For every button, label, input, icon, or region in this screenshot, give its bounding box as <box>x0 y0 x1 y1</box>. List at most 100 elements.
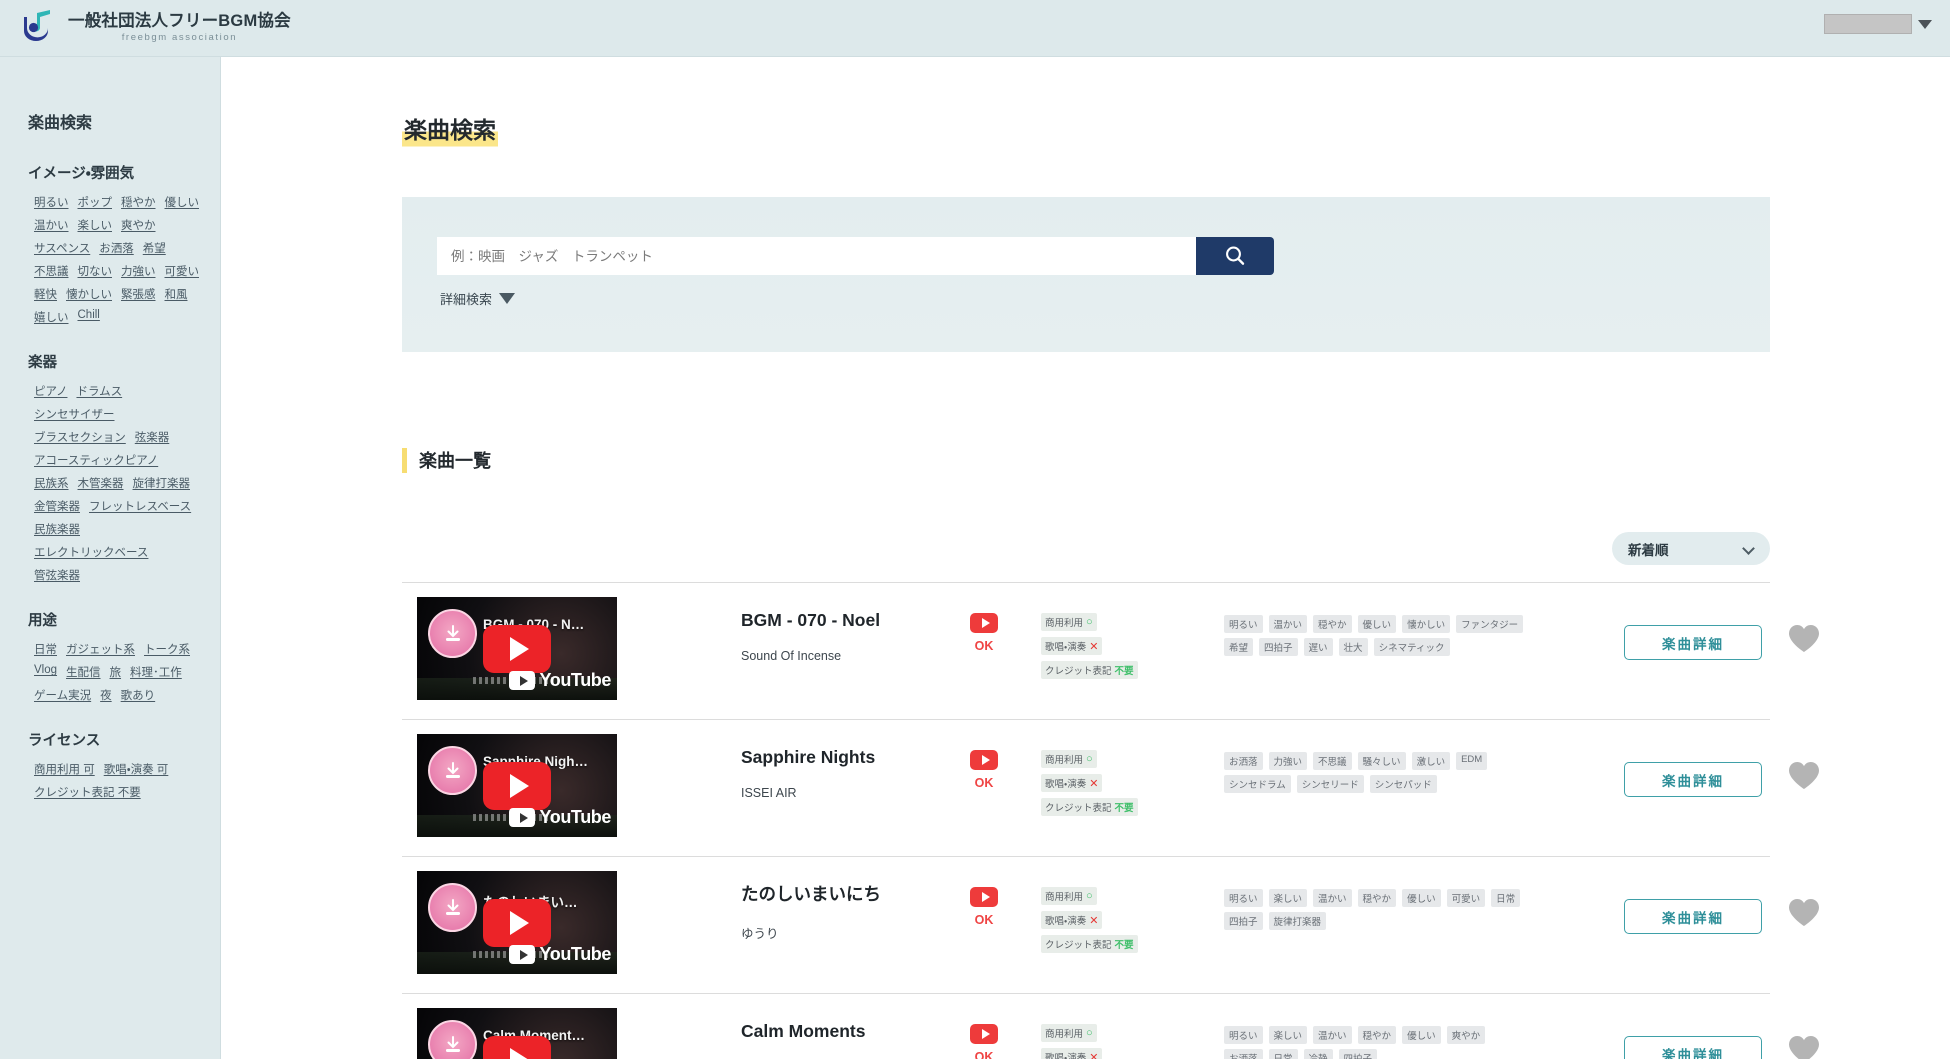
tag[interactable]: ファンタジー <box>1456 615 1523 633</box>
youtube-icon[interactable] <box>970 613 998 633</box>
sidebar-link[interactable]: ブラスセクション <box>34 429 126 445</box>
tag[interactable]: シンセドラム <box>1224 775 1291 793</box>
tag[interactable]: 可愛い <box>1447 889 1486 907</box>
search-input[interactable] <box>437 237 1196 275</box>
play-icon[interactable] <box>483 899 551 947</box>
tag[interactable]: 日常 <box>1269 1049 1298 1059</box>
sidebar-link[interactable]: 楽しい <box>78 217 113 233</box>
heart-icon[interactable] <box>1787 760 1821 791</box>
tag[interactable]: 冷静 <box>1304 1049 1333 1059</box>
song-detail-button[interactable]: 楽曲詳細 <box>1624 1036 1762 1059</box>
sidebar-link[interactable]: 木管楽器 <box>78 475 124 491</box>
sidebar-link[interactable]: Vlog <box>34 664 57 680</box>
sidebar-link[interactable]: フレットレスベース <box>89 498 191 514</box>
sidebar-link[interactable]: 可愛い <box>165 263 200 279</box>
sidebar-link[interactable]: 軽快 <box>34 286 57 302</box>
song-title[interactable]: たのしいまいにち <box>741 883 949 906</box>
sidebar-link[interactable]: サスペンス <box>34 240 90 256</box>
tag[interactable]: 不思議 <box>1313 752 1352 770</box>
tag[interactable]: 懐かしい <box>1402 615 1450 633</box>
sidebar-link[interactable]: 爽やか <box>121 217 156 233</box>
sidebar-link[interactable]: 歌あり <box>121 687 156 703</box>
song-thumbnail[interactable]: Sapphire Nigh…YouTube <box>417 734 617 837</box>
youtube-icon[interactable] <box>970 750 998 770</box>
tag[interactable]: 四拍子 <box>1224 912 1263 930</box>
brand-logo-link[interactable]: 一般社団法人フリーBGM協会 freebgm association <box>18 9 291 47</box>
heart-icon[interactable] <box>1787 623 1821 654</box>
sidebar-link[interactable]: 歌唱・演奏 可 <box>104 761 169 777</box>
tag[interactable]: 温かい <box>1269 615 1308 633</box>
header-language-select[interactable] <box>1824 14 1932 34</box>
song-title[interactable]: Calm Moments <box>741 1020 949 1043</box>
sidebar-link[interactable]: 旋律打楽器 <box>133 475 191 491</box>
sidebar-link[interactable]: ドラムス <box>76 383 122 399</box>
sidebar-link[interactable]: トーク系 <box>144 641 190 657</box>
sidebar-link[interactable]: ポップ <box>78 194 113 210</box>
sidebar-link[interactable]: 明るい <box>34 194 69 210</box>
sidebar-link[interactable]: ピアノ <box>34 383 67 399</box>
tag[interactable]: 優しい <box>1402 889 1441 907</box>
tag[interactable]: 穏やか <box>1358 1026 1397 1044</box>
sidebar-link[interactable]: 力強い <box>121 263 156 279</box>
heart-icon[interactable] <box>1787 1034 1821 1059</box>
sidebar-link[interactable]: 金管楽器 <box>34 498 80 514</box>
youtube-icon[interactable] <box>970 887 998 907</box>
sidebar-link[interactable]: 日常 <box>34 641 57 657</box>
tag[interactable]: 明るい <box>1224 615 1263 633</box>
sort-select[interactable]: 新着順 <box>1612 532 1770 565</box>
sidebar-link[interactable]: 和風 <box>165 286 188 302</box>
tag[interactable]: 明るい <box>1224 889 1263 907</box>
sidebar-link[interactable]: 管弦楽器 <box>34 567 80 583</box>
tag[interactable]: 四拍子 <box>1339 1049 1378 1059</box>
song-detail-button[interactable]: 楽曲詳細 <box>1624 625 1762 660</box>
sidebar-link[interactable]: アコースティックピアノ <box>34 452 158 468</box>
sidebar-link[interactable]: 緊張感 <box>121 286 156 302</box>
sidebar-link[interactable]: 不思議 <box>34 263 69 279</box>
play-icon[interactable] <box>483 625 551 673</box>
tag[interactable]: 穏やか <box>1313 615 1352 633</box>
sidebar-link[interactable]: 民族楽器 <box>34 521 80 537</box>
sidebar-link[interactable]: 民族系 <box>34 475 69 491</box>
tag[interactable]: 優しい <box>1402 1026 1441 1044</box>
sidebar-link[interactable]: シンセサイザー <box>34 406 115 422</box>
tag[interactable]: 遅い <box>1304 638 1333 656</box>
search-button[interactable] <box>1196 237 1274 275</box>
sidebar-link[interactable]: エレクトリックベース <box>34 544 148 560</box>
song-title[interactable]: Sapphire Nights <box>741 746 949 769</box>
tag[interactable]: シンセパッド <box>1370 775 1437 793</box>
header-select-box[interactable] <box>1824 14 1912 34</box>
song-detail-button[interactable]: 楽曲詳細 <box>1624 899 1762 934</box>
sidebar-link[interactable]: 商用利用 可 <box>34 761 95 777</box>
sidebar-link[interactable]: 切ない <box>78 263 113 279</box>
sidebar-link[interactable]: お洒落 <box>99 240 134 256</box>
tag[interactable]: 爽やか <box>1447 1026 1486 1044</box>
sidebar-link[interactable]: ゲーム実況 <box>34 687 91 703</box>
tag[interactable]: EDM <box>1456 752 1487 770</box>
tag[interactable]: シネマティック <box>1374 638 1450 656</box>
tag[interactable]: お洒落 <box>1224 1049 1263 1059</box>
tag[interactable]: 騒々しい <box>1358 752 1406 770</box>
tag[interactable]: シンセリード <box>1297 775 1364 793</box>
play-icon[interactable] <box>483 1036 551 1059</box>
tag[interactable]: 日常 <box>1491 889 1520 907</box>
tag[interactable]: 優しい <box>1358 615 1397 633</box>
sidebar-link[interactable]: 料理･工作 <box>130 664 182 680</box>
sidebar-link[interactable]: 優しい <box>165 194 200 210</box>
sidebar-link[interactable]: 夜 <box>100 687 112 703</box>
sidebar-link[interactable]: 懐かしい <box>66 286 112 302</box>
youtube-icon[interactable] <box>970 1024 998 1044</box>
sidebar-link[interactable]: 穏やか <box>121 194 156 210</box>
tag[interactable]: お洒落 <box>1224 752 1263 770</box>
tag[interactable]: 穏やか <box>1358 889 1397 907</box>
sidebar-link[interactable]: ガジェット系 <box>66 641 135 657</box>
tag[interactable]: 温かい <box>1313 1026 1352 1044</box>
tag[interactable]: 四拍子 <box>1259 638 1298 656</box>
song-thumbnail[interactable]: Calm Moment…YouTube <box>417 1008 617 1059</box>
sidebar-link[interactable]: クレジット表記 不要 <box>34 784 141 800</box>
sidebar-link[interactable]: 嬉しい <box>34 309 69 325</box>
tag[interactable]: 旋律打楽器 <box>1269 912 1327 930</box>
tag[interactable]: 楽しい <box>1269 889 1308 907</box>
heart-icon[interactable] <box>1787 897 1821 928</box>
tag[interactable]: 激しい <box>1412 752 1451 770</box>
sidebar-link[interactable]: 弦楽器 <box>135 429 170 445</box>
